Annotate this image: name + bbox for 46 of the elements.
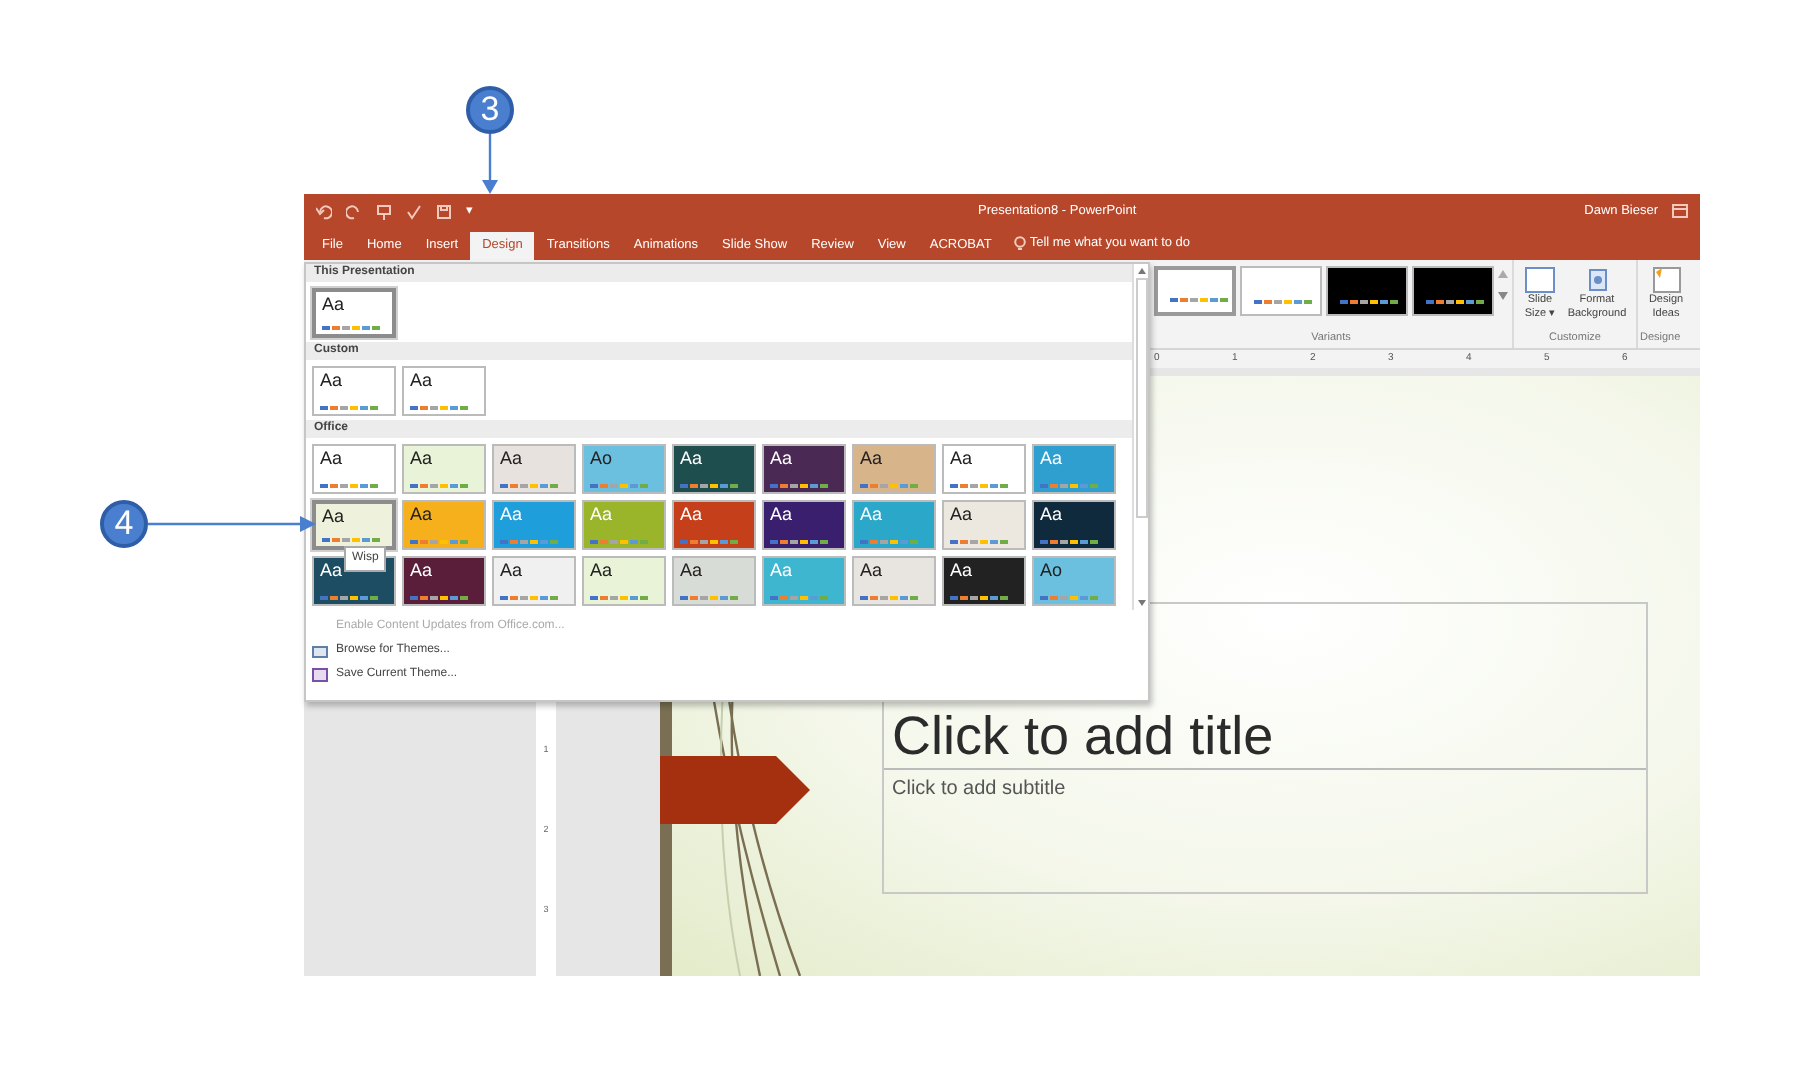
- callout-badge: 3: [466, 86, 514, 134]
- save-icon[interactable]: [436, 203, 452, 219]
- theme-thumbnail[interactable]: Aa: [942, 556, 1026, 606]
- slide-size-icon: [1524, 266, 1556, 294]
- theme-thumbnail[interactable]: Aa: [402, 444, 486, 494]
- variant-thumbnail[interactable]: [1154, 266, 1236, 316]
- theme-thumbnail[interactable]: Aa: [1032, 500, 1116, 550]
- ribbon-display-icon[interactable]: [1672, 204, 1688, 218]
- subtitle-placeholder[interactable]: Click to add subtitle: [884, 770, 1646, 809]
- callout-arrow: [480, 134, 500, 194]
- theme-thumbnail[interactable]: Aa: [312, 288, 396, 338]
- theme-thumbnail[interactable]: Aa: [492, 556, 576, 606]
- save-theme-icon: [312, 668, 328, 682]
- theme-thumbnail[interactable]: Aa: [942, 444, 1026, 494]
- theme-thumbnail[interactable]: Ao: [1032, 556, 1116, 606]
- theme-thumbnail[interactable]: Ao: [582, 444, 666, 494]
- theme-thumbnail[interactable]: Aa: [852, 444, 936, 494]
- design-ideas-icon: [1650, 266, 1682, 294]
- theme-thumbnail[interactable]: Aa: [312, 366, 396, 416]
- redo-icon[interactable]: [346, 203, 362, 219]
- folder-icon: [312, 644, 328, 658]
- scrollbar[interactable]: [1132, 264, 1148, 610]
- theme-thumbnail[interactable]: Aa: [582, 556, 666, 606]
- theme-thumbnail[interactable]: Aa: [762, 444, 846, 494]
- theme-thumbnail[interactable]: Aa: [312, 444, 396, 494]
- theme-thumbnail[interactable]: Aa: [672, 556, 756, 606]
- theme-thumbnail[interactable]: Aa: [312, 500, 396, 550]
- theme-thumbnail[interactable]: Aa: [942, 500, 1026, 550]
- spelling-icon[interactable]: [406, 203, 422, 219]
- variant-thumbnail[interactable]: [1240, 266, 1322, 316]
- theme-thumbnail[interactable]: Aa: [672, 444, 756, 494]
- theme-thumbnail[interactable]: Aa: [672, 500, 756, 550]
- more-icon[interactable]: [1498, 286, 1508, 302]
- theme-thumbnail[interactable]: Aa: [762, 500, 846, 550]
- undo-icon[interactable]: [316, 203, 332, 219]
- theme-thumbnail[interactable]: Aa: [402, 500, 486, 550]
- slideshow-icon[interactable]: [376, 203, 392, 219]
- theme-thumbnail[interactable]: Aa: [402, 556, 486, 606]
- variant-thumbnail[interactable]: [1412, 266, 1494, 316]
- scroll-up-icon[interactable]: [1498, 266, 1508, 282]
- theme-thumbnail[interactable]: Aa: [402, 366, 486, 416]
- theme-thumbnail[interactable]: Aa: [492, 444, 576, 494]
- theme-thumbnail[interactable]: Aa: [852, 556, 936, 606]
- lightbulb-icon: [1013, 236, 1026, 253]
- variant-thumbnail[interactable]: [1326, 266, 1408, 316]
- callout-badge: 4: [100, 500, 148, 548]
